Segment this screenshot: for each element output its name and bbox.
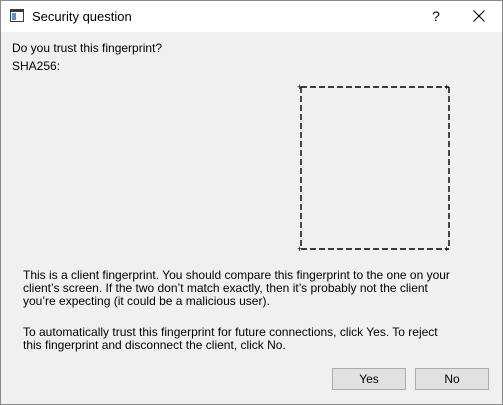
svg-text:+: + [444, 245, 449, 253]
help-button[interactable]: ? [413, 1, 459, 32]
security-question-dialog: Security question ? Do you trust this fi… [0, 0, 503, 405]
trust-question: Do you trust this fingerprint? [12, 41, 163, 55]
svg-text:+: + [444, 83, 449, 93]
yes-button[interactable]: Yes [332, 368, 406, 390]
app-window-icon [10, 9, 24, 22]
no-button[interactable]: No [415, 368, 489, 390]
fingerprint-info-text: This is a client fingerprint. You should… [23, 268, 450, 308]
svg-text:+: + [297, 83, 302, 93]
title-bar[interactable]: Security question ? [1, 1, 502, 32]
trust-instructions-text: To automatically trust this fingerprint … [23, 325, 438, 352]
fingerprint-visual-frame: + + + + [297, 83, 453, 255]
dialog-title: Security question [32, 9, 132, 24]
close-icon [473, 10, 485, 22]
sha256-label: SHA256: [12, 59, 61, 73]
svg-text:+: + [297, 245, 302, 253]
close-button[interactable] [456, 1, 502, 32]
